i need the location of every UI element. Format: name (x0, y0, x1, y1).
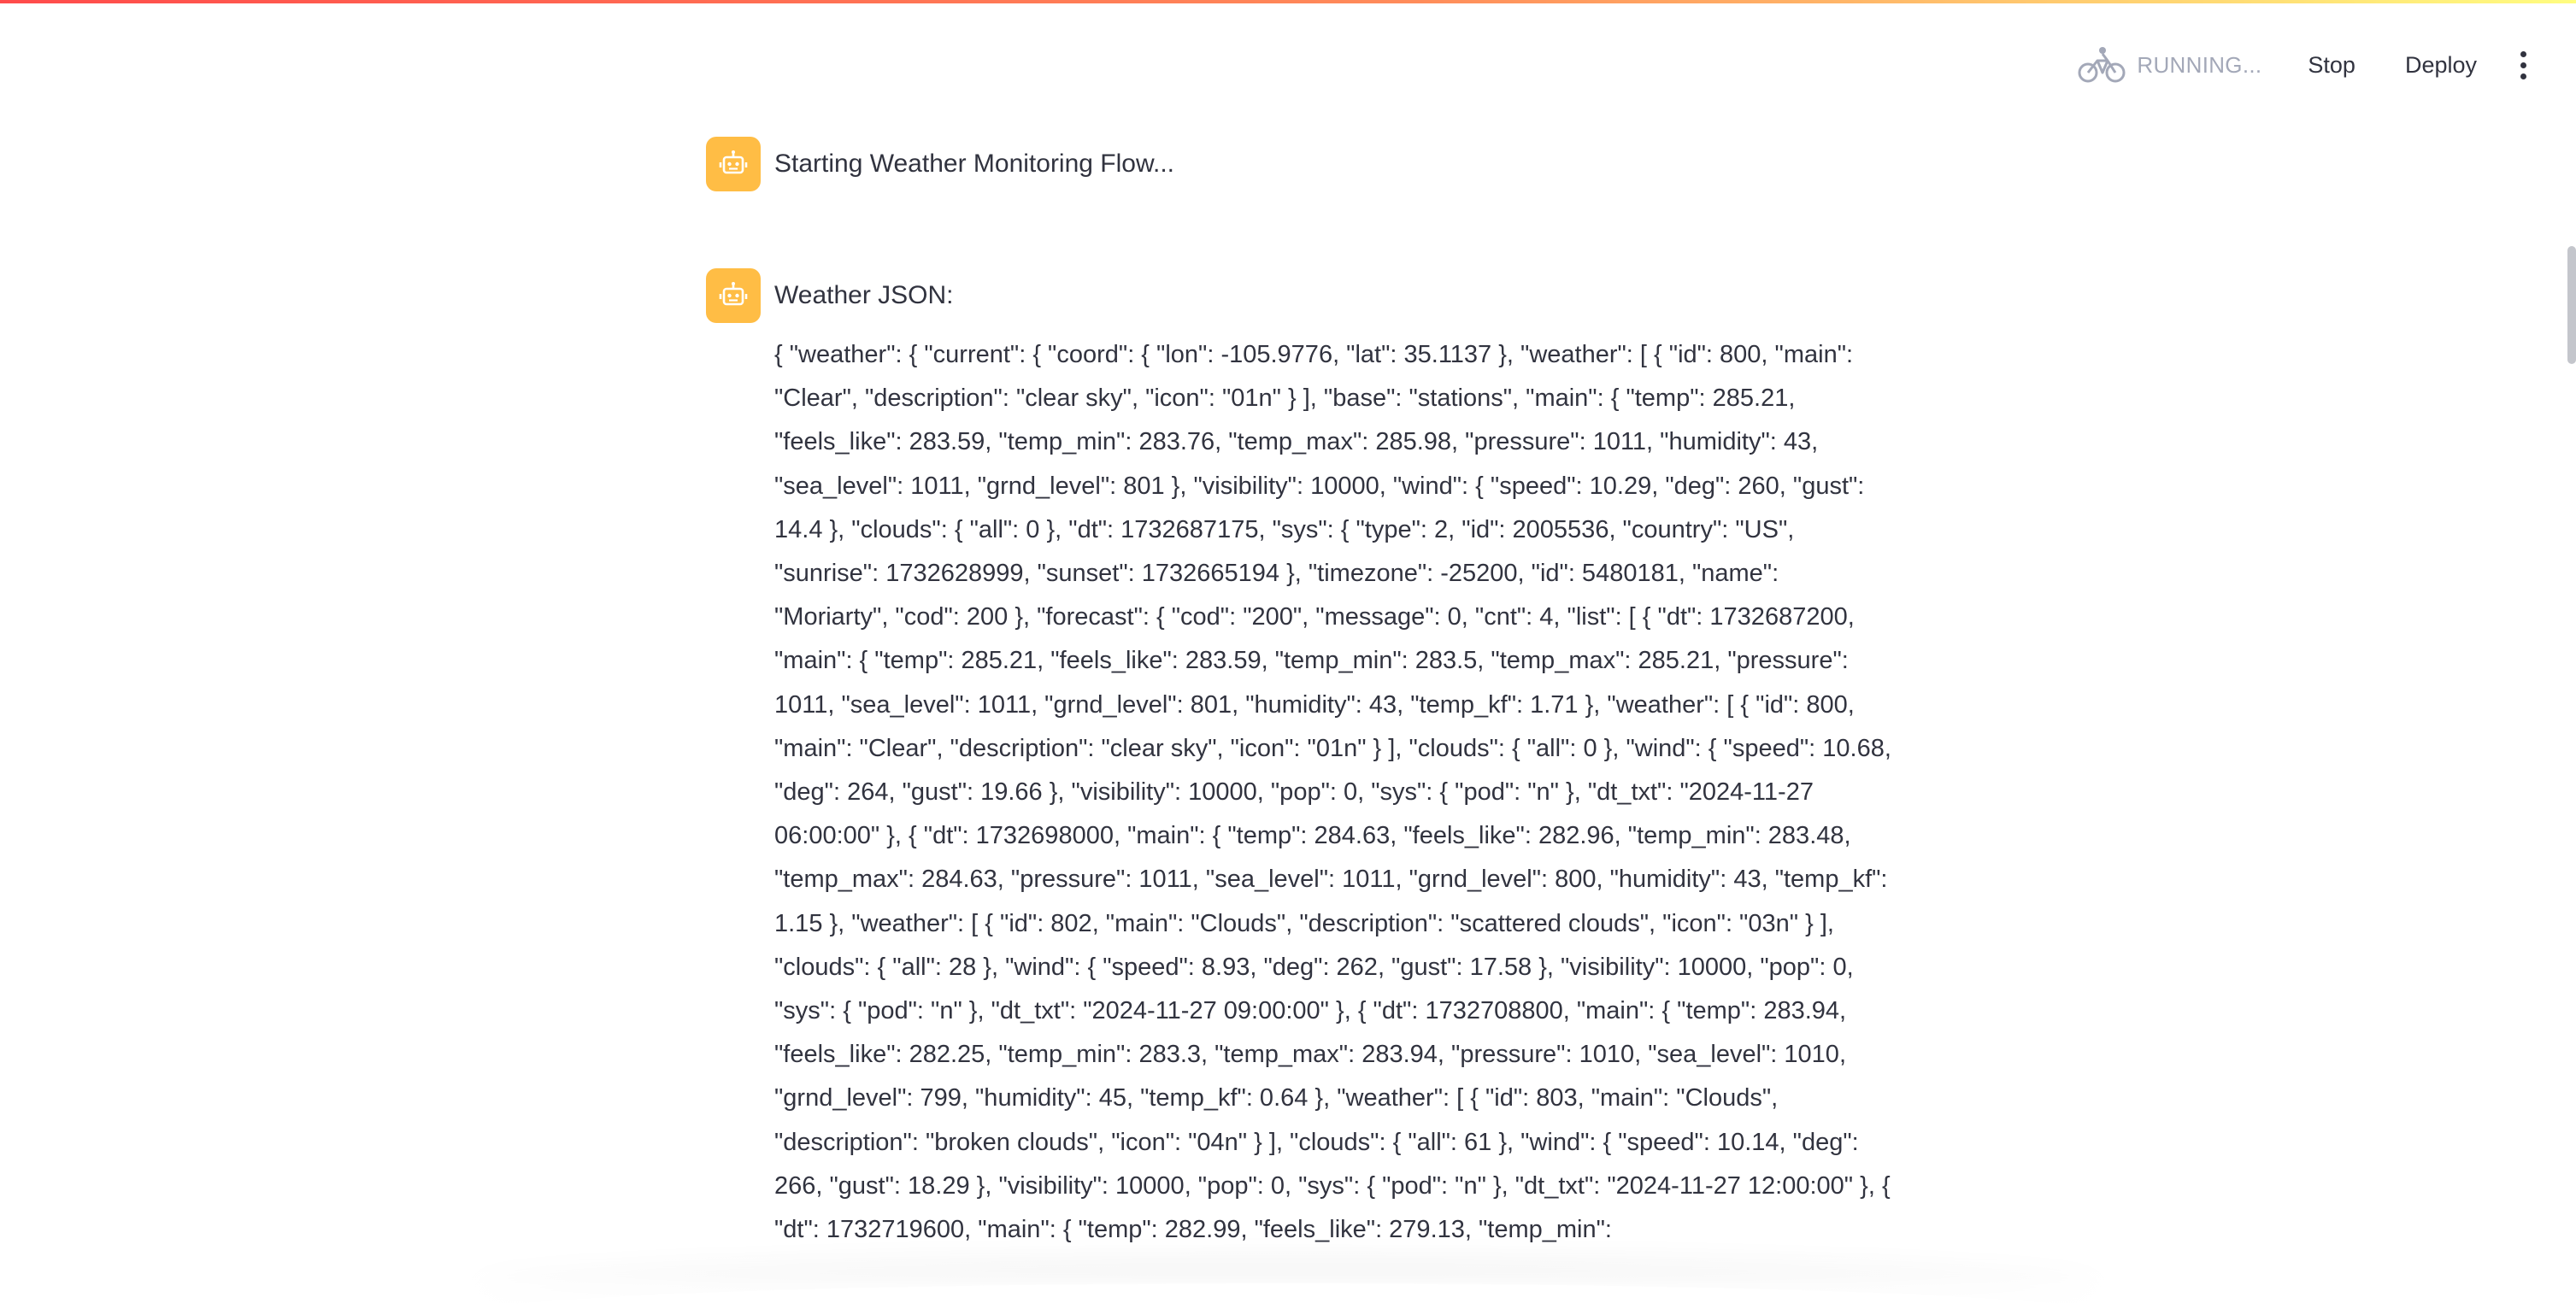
running-status: RUNNING... (2077, 44, 2261, 86)
deploy-button[interactable]: Deploy (2393, 44, 2489, 87)
weather-json-text: { "weather": { "current": { "coord": { "… (774, 341, 1891, 1244)
stop-button[interactable]: Stop (2296, 44, 2367, 87)
menu-dot (2520, 50, 2526, 57)
message-body: Weather JSON: { "weather": { "current": … (774, 268, 1894, 1252)
chat-message: Weather JSON: { "weather": { "current": … (706, 268, 1891, 1252)
toolbar: RUNNING... Stop Deploy (2077, 38, 2542, 92)
robot-icon (706, 268, 761, 323)
message-text: Starting Weather Monitoring Flow... (774, 150, 1174, 178)
message-body: Starting Weather Monitoring Flow... (774, 137, 1885, 191)
chat-container: Starting Weather Monitoring Flow... Weat… (706, 137, 1891, 1252)
menu-dot (2520, 62, 2526, 68)
bicycle-icon (2078, 47, 2126, 83)
app-page: RUNNING... Stop Deploy Starting Weather … (0, 0, 2576, 1309)
app-header: RUNNING... Stop Deploy (0, 3, 2576, 120)
bottom-fade (0, 1249, 2576, 1309)
running-status-label: RUNNING... (2137, 51, 2262, 78)
chat-message: Starting Weather Monitoring Flow... (706, 137, 1885, 191)
robot-icon (706, 137, 761, 191)
menu-dot (2520, 73, 2526, 79)
message-title: Weather JSON: (774, 281, 954, 309)
more-vertical-icon[interactable] (2504, 41, 2542, 89)
scrollbar-thumb[interactable] (2567, 246, 2576, 364)
